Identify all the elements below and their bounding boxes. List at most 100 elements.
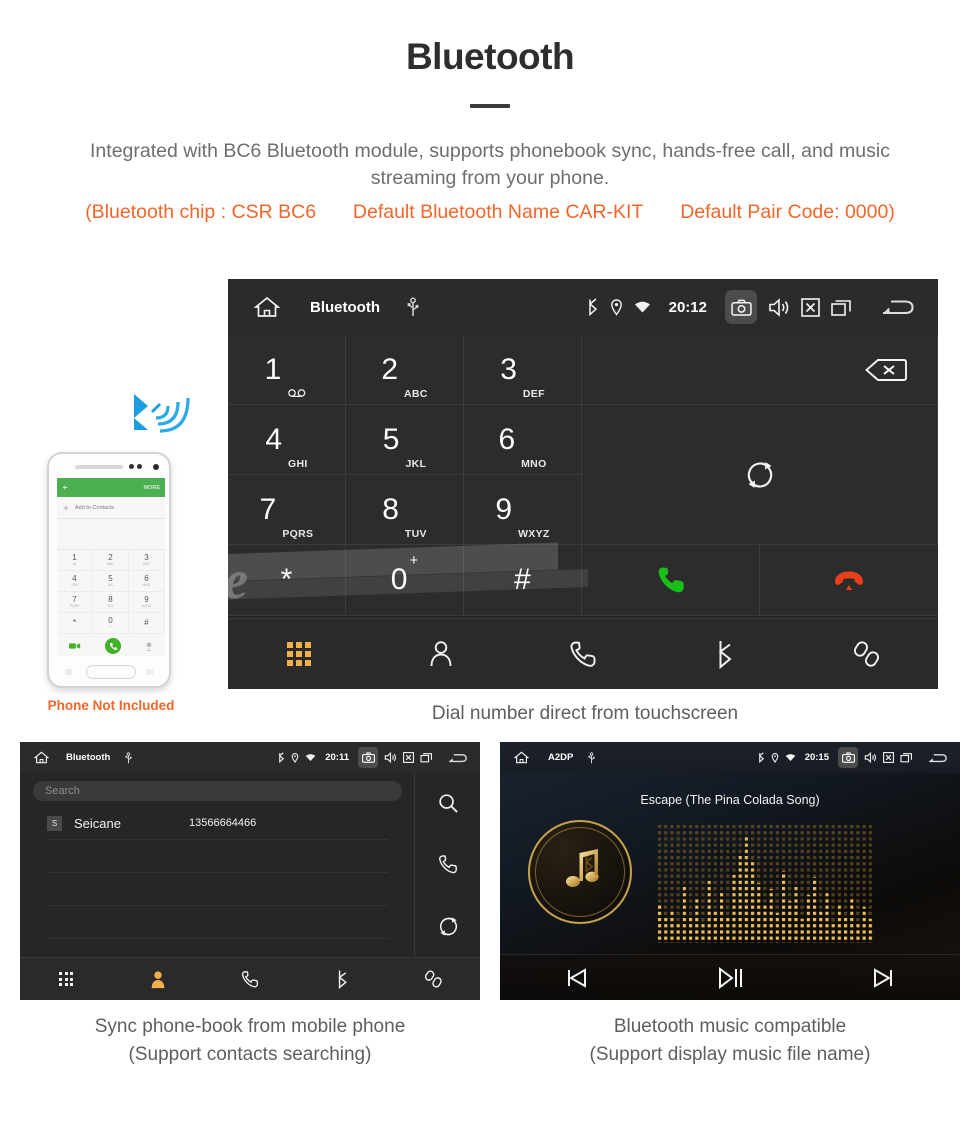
home-icon[interactable] bbox=[514, 751, 529, 764]
phone-mockup: MORE Add to Contacts 1 oo 2 ABC 3 DEF 4 GHI … bbox=[47, 452, 171, 688]
next-track-icon bbox=[872, 967, 894, 988]
link-icon bbox=[853, 639, 881, 669]
nav-pair[interactable] bbox=[796, 639, 938, 669]
previous-track-icon bbox=[566, 967, 588, 988]
key-4[interactable]: 4 GHI bbox=[228, 405, 346, 475]
volume-icon[interactable] bbox=[384, 752, 397, 763]
key-hash[interactable]: # bbox=[464, 545, 582, 616]
volume-icon[interactable] bbox=[768, 297, 790, 317]
dialer-status-area: 20:12 bbox=[587, 290, 914, 324]
nav-pair[interactable] bbox=[388, 969, 480, 989]
phonebook-caption: Sync phone-book from mobile phone (Suppo… bbox=[20, 1013, 480, 1069]
key-3[interactable]: 3 DEF bbox=[464, 335, 582, 405]
key-1[interactable]: 1 bbox=[228, 335, 346, 405]
home-icon[interactable] bbox=[254, 296, 280, 318]
phone-front-camera bbox=[153, 464, 159, 470]
dialer-clock: 20:12 bbox=[668, 298, 707, 316]
volume-icon[interactable] bbox=[864, 752, 877, 763]
nav-contacts[interactable] bbox=[370, 640, 512, 668]
nav-call-log[interactable] bbox=[204, 970, 296, 989]
key-0[interactable]: 0 + bbox=[346, 545, 464, 616]
close-icon[interactable] bbox=[801, 297, 820, 317]
call-icon[interactable] bbox=[438, 854, 458, 875]
nav-dialpad[interactable] bbox=[228, 642, 370, 666]
key-star[interactable]: * bbox=[228, 545, 346, 616]
phone-key: # bbox=[129, 613, 165, 634]
wifi-icon bbox=[634, 300, 651, 314]
contact-number: 13566664466 bbox=[188, 817, 257, 829]
search-input[interactable]: Search bbox=[33, 781, 402, 801]
camera-icon[interactable] bbox=[358, 747, 378, 768]
close-icon[interactable] bbox=[403, 752, 414, 763]
backspace-key[interactable] bbox=[582, 335, 938, 405]
key-8[interactable]: 8 TUV bbox=[346, 475, 464, 545]
contact-row[interactable]: S Seicane 13566664466 bbox=[47, 807, 389, 840]
music-topbar: A2DP 20:15 bbox=[500, 742, 960, 773]
next-track-button[interactable] bbox=[807, 967, 960, 988]
key-7[interactable]: 7 PQRS bbox=[228, 475, 346, 545]
call-icon bbox=[656, 565, 686, 595]
sync-icon[interactable] bbox=[438, 916, 459, 937]
phonebook-caption-line1: Sync phone-book from mobile phone bbox=[94, 1016, 406, 1037]
search-placeholder: Search bbox=[45, 785, 80, 797]
spec-pair-code: Default Pair Code: 0000) bbox=[680, 201, 895, 223]
recents-icon[interactable] bbox=[900, 752, 913, 763]
phonebook-caption-line2: (Support contacts searching) bbox=[128, 1044, 372, 1065]
key-6[interactable]: 6 MNO bbox=[464, 405, 582, 475]
phone-more-label: MORE bbox=[143, 484, 161, 491]
recents-icon[interactable] bbox=[420, 752, 433, 763]
contact-icon bbox=[150, 970, 166, 989]
page-title: Bluetooth bbox=[405, 36, 575, 77]
nav-call-log[interactable] bbox=[512, 640, 654, 669]
phone-sensor-dot bbox=[129, 464, 134, 469]
back-icon[interactable] bbox=[448, 752, 467, 764]
dialer-topbar: Bluetooth 20:12 bbox=[228, 279, 938, 335]
back-icon[interactable] bbox=[928, 752, 947, 764]
phonebook-body: Search S Seicane 13566664466 bbox=[20, 773, 480, 957]
nav-bluetooth[interactable] bbox=[654, 639, 796, 669]
phone-speaker-grille bbox=[75, 465, 123, 469]
phonebook-status-area: 20:11 bbox=[278, 747, 467, 768]
previous-track-button[interactable] bbox=[500, 967, 653, 988]
transfer-audio-key[interactable] bbox=[582, 405, 938, 545]
dialer-title: Bluetooth bbox=[310, 298, 380, 316]
bluetooth-music-icon bbox=[551, 843, 609, 901]
close-icon[interactable] bbox=[883, 752, 894, 763]
phone-key: 0 + bbox=[93, 613, 129, 634]
nav-bluetooth[interactable] bbox=[296, 969, 388, 989]
search-icon[interactable] bbox=[438, 793, 459, 814]
contact-row-empty bbox=[47, 840, 389, 873]
title-divider bbox=[470, 104, 510, 108]
key-5[interactable]: 5 JKL bbox=[346, 405, 464, 475]
phone-key: 7 PQRS bbox=[57, 592, 93, 613]
contact-list: Search S Seicane 13566664466 bbox=[20, 773, 415, 957]
end-call-button[interactable] bbox=[760, 545, 938, 616]
bluetooth-icon bbox=[715, 639, 735, 669]
link-icon bbox=[425, 969, 443, 989]
camera-icon[interactable] bbox=[725, 290, 757, 324]
phonebook-screen: Bluetooth 20:11 Search S Seicane 1356666… bbox=[20, 742, 480, 1000]
backspace-icon bbox=[865, 358, 907, 382]
contact-row-empty bbox=[47, 906, 389, 939]
camera-icon[interactable] bbox=[838, 747, 858, 768]
phone-home-key bbox=[86, 665, 136, 679]
music-screen: A2DP 20:15 Escape (The Pina Colada Song) bbox=[500, 742, 960, 1000]
call-button[interactable] bbox=[582, 545, 760, 616]
intro-paragraph: Integrated with BC6 Bluetooth module, su… bbox=[90, 140, 890, 189]
nav-contacts[interactable] bbox=[112, 970, 204, 989]
phone-add-contact-row: Add to Contacts bbox=[57, 497, 165, 519]
home-icon[interactable] bbox=[34, 751, 49, 764]
wifi-icon bbox=[785, 753, 796, 762]
voicemail-icon bbox=[288, 388, 308, 404]
bluetooth-icon bbox=[758, 752, 765, 763]
key-9[interactable]: 9 WXYZ bbox=[464, 475, 582, 545]
recents-icon[interactable] bbox=[831, 298, 852, 317]
phone-icon bbox=[241, 970, 259, 989]
dialpad-icon bbox=[59, 972, 73, 986]
nav-dialpad[interactable] bbox=[20, 972, 112, 986]
back-icon[interactable] bbox=[881, 297, 914, 317]
play-pause-button[interactable] bbox=[653, 966, 806, 989]
phone-back-key bbox=[146, 669, 153, 675]
key-2[interactable]: 2 ABC bbox=[346, 335, 464, 405]
spec-chip: (Bluetooth chip : CSR BC6 bbox=[85, 201, 317, 223]
